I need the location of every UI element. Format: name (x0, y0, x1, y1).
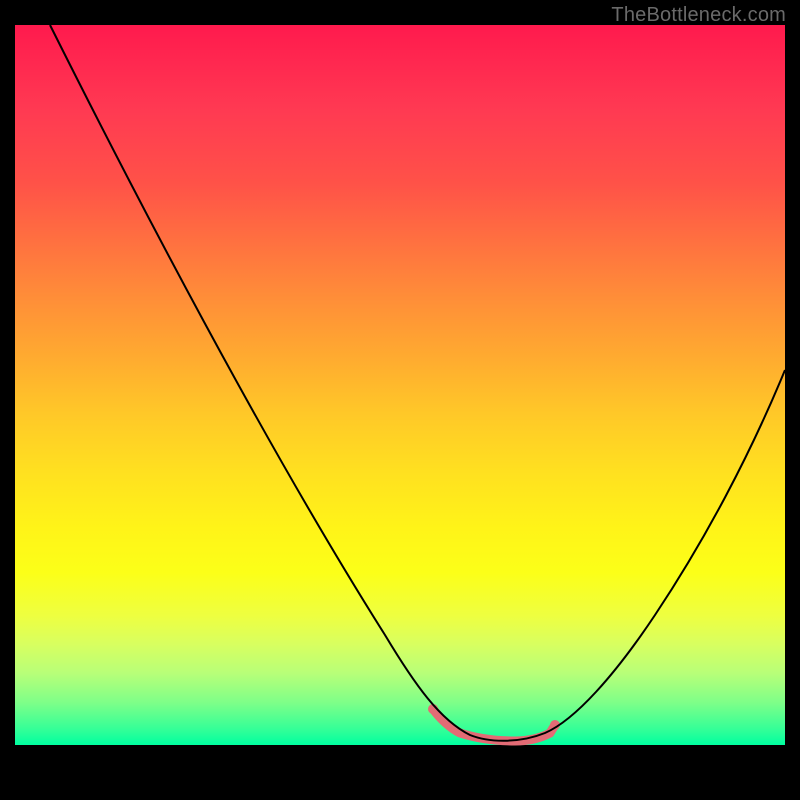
chart-svg (15, 25, 785, 745)
chart-container: TheBottleneck.com (0, 0, 800, 800)
watermark-text: TheBottleneck.com (611, 4, 786, 27)
bottleneck-curve (50, 25, 785, 741)
